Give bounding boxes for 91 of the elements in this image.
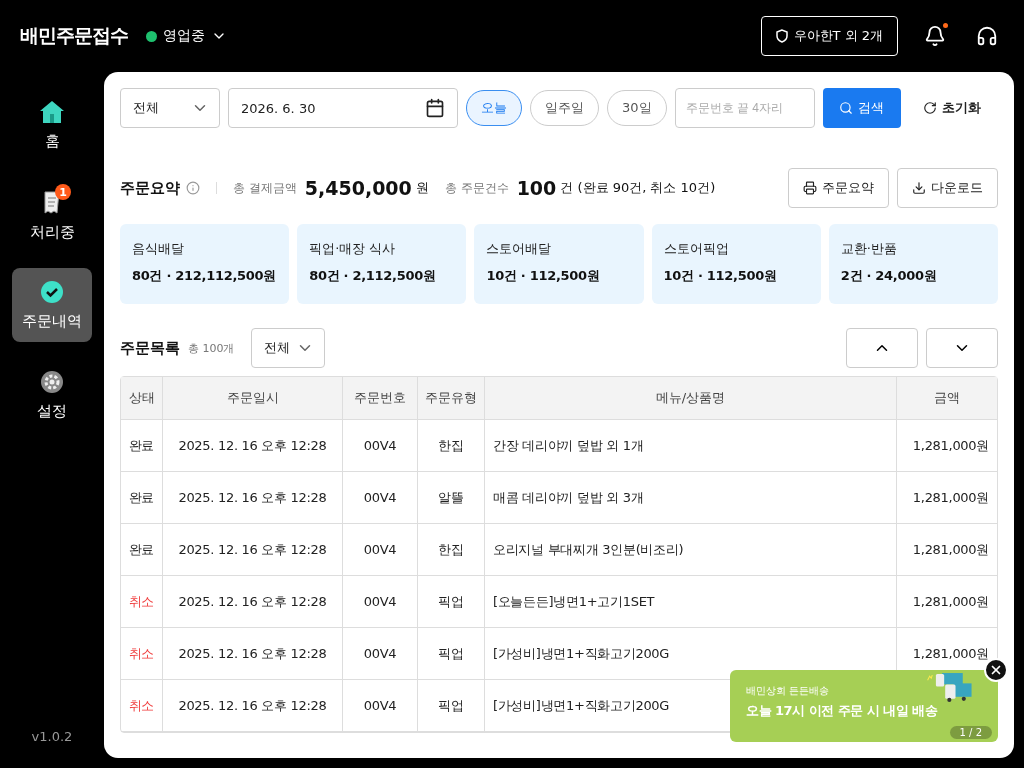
table-cell: 1,281,000원 xyxy=(897,576,997,628)
date-field[interactable]: 2026. 6. 30 xyxy=(228,88,458,128)
column-header: 메뉴/상품명 xyxy=(485,377,897,420)
search-button[interactable]: 검색 xyxy=(822,88,901,128)
sidebar-item[interactable]: 처리중 1 xyxy=(12,178,92,252)
card-value: 10건 · 112,500원 xyxy=(486,267,601,285)
range-chip[interactable]: 30일 xyxy=(607,90,667,126)
table-cell: 간장 데리야끼 덮밥 외 1개 xyxy=(485,420,897,472)
count-value: 100 xyxy=(516,177,557,199)
table-cell: 2025. 12. 16 오후 12:28 xyxy=(163,472,343,524)
status-cell: 완료 xyxy=(121,420,163,472)
column-header: 주문번호 xyxy=(343,377,418,420)
amount-value: 5,450,000 xyxy=(304,177,412,199)
list-filter-select[interactable]: 전체 xyxy=(250,328,325,368)
table-cell: 00V4 xyxy=(343,524,418,576)
table-cell: 1,281,000원 xyxy=(897,420,997,472)
card-title: 스토어배달 xyxy=(486,240,553,258)
table-cell: 오리지널 부대찌개 3인분(비조리) xyxy=(485,524,897,576)
table-cell: [오늘든든]냉면1+고기1SET xyxy=(485,576,897,628)
banner-pager: 1 / 2 xyxy=(949,726,992,739)
toolbar-button[interactable]: 주문요약 xyxy=(788,168,889,208)
card-value: 10건 · 112,500원 xyxy=(663,267,778,285)
reset-button[interactable]: 초기화 xyxy=(916,98,987,118)
table-cell: 00V4 xyxy=(343,628,418,680)
table-cell: 1,281,000원 xyxy=(897,472,997,524)
count-detail: 건 (완료 90건, 취소 10건) xyxy=(560,179,716,197)
info-icon xyxy=(186,181,200,195)
amount-unit: 원 xyxy=(415,179,429,197)
status-cell: 완료 xyxy=(121,524,163,576)
card-value: 80건 · 2,112,500원 xyxy=(309,267,437,285)
table-cell: 픽업 xyxy=(418,680,485,732)
refresh-icon xyxy=(922,101,937,115)
table-cell: 2025. 12. 16 오후 12:28 xyxy=(163,680,343,732)
card-title: 스토어픽업 xyxy=(663,240,730,258)
table-cell: 픽업 xyxy=(418,576,485,628)
table-cell: 00V4 xyxy=(343,576,418,628)
status-cell: 취소 xyxy=(121,576,163,628)
status-cell: 취소 xyxy=(121,680,163,732)
banner-subtitle: 배민상회 든든배송 xyxy=(746,684,830,698)
count-badge: 1 xyxy=(55,184,71,200)
amount-label: 총 결제금액 xyxy=(233,179,297,197)
shield-icon xyxy=(775,29,788,43)
column-header: 금액 xyxy=(897,377,997,420)
column-header: 상태 xyxy=(121,377,163,420)
app-logo: 배민주문접수 xyxy=(20,23,128,48)
range-chip[interactable]: 일주일 xyxy=(530,90,599,126)
section-title: 주문요약 xyxy=(120,178,180,198)
download-icon xyxy=(912,181,926,195)
status-cell: 완료 xyxy=(121,472,163,524)
card-value: 80건 · 212,112,500원 xyxy=(132,267,277,285)
status-cell: 취소 xyxy=(121,628,163,680)
table-cell: 픽업 xyxy=(418,628,485,680)
table-cell: 00V4 xyxy=(343,420,418,472)
type-select[interactable]: 전체 xyxy=(120,88,220,128)
column-header: 주문유형 xyxy=(418,377,485,420)
table-cell: 00V4 xyxy=(343,680,418,732)
sidebar-item[interactable]: 설정 xyxy=(12,358,92,432)
sidebar-item[interactable]: 홈 xyxy=(12,88,92,162)
table-cell: 2025. 12. 16 오후 12:28 xyxy=(163,524,343,576)
card-title: 음식배달 xyxy=(132,240,185,258)
card-title: 픽업·매장 식사 xyxy=(309,240,397,258)
range-chip[interactable]: 오늘 xyxy=(466,90,522,126)
close-button[interactable] xyxy=(984,658,1008,682)
table-cell: 한집 xyxy=(418,524,485,576)
table-cell: 2025. 12. 16 오후 12:28 xyxy=(163,576,343,628)
table-cell: 00V4 xyxy=(343,472,418,524)
close-icon xyxy=(989,663,1003,677)
search-icon xyxy=(839,101,854,115)
version-label: v1.0.2 xyxy=(31,729,73,744)
store-status-dropdown[interactable]: 영업중 xyxy=(146,27,227,45)
card-value: 2건 · 24,000원 xyxy=(840,267,938,285)
calendar-icon xyxy=(425,98,445,118)
table-cell: 2025. 12. 16 오후 12:28 xyxy=(163,420,343,472)
table-cell: 2025. 12. 16 오후 12:28 xyxy=(163,628,343,680)
card-title: 교환·반품 xyxy=(840,240,898,258)
count-label: 총 주문건수 xyxy=(444,179,509,197)
sidebar-item[interactable]: 주문내역 xyxy=(12,268,92,342)
order-number-field[interactable]: 주문번호 끝 4자리 xyxy=(674,88,815,128)
table-cell: 매콤 데리야끼 덮밥 외 3개 xyxy=(485,472,897,524)
store-select-button[interactable]: 우아한T 외 2개 xyxy=(760,16,898,56)
check-circle-icon xyxy=(40,279,64,304)
table-cell: 한집 xyxy=(418,420,485,472)
table-cell: 1,281,000원 xyxy=(897,524,997,576)
gear-icon xyxy=(40,369,64,394)
table-cell: 알뜰 xyxy=(418,472,485,524)
printer-icon xyxy=(803,181,817,195)
house-icon xyxy=(39,99,65,124)
total-count: 총 100개 xyxy=(188,340,235,356)
column-header: 주문일시 xyxy=(163,377,343,420)
section-title: 주문목록 xyxy=(120,338,180,358)
toolbar-button[interactable]: 다운로드 xyxy=(897,168,998,208)
